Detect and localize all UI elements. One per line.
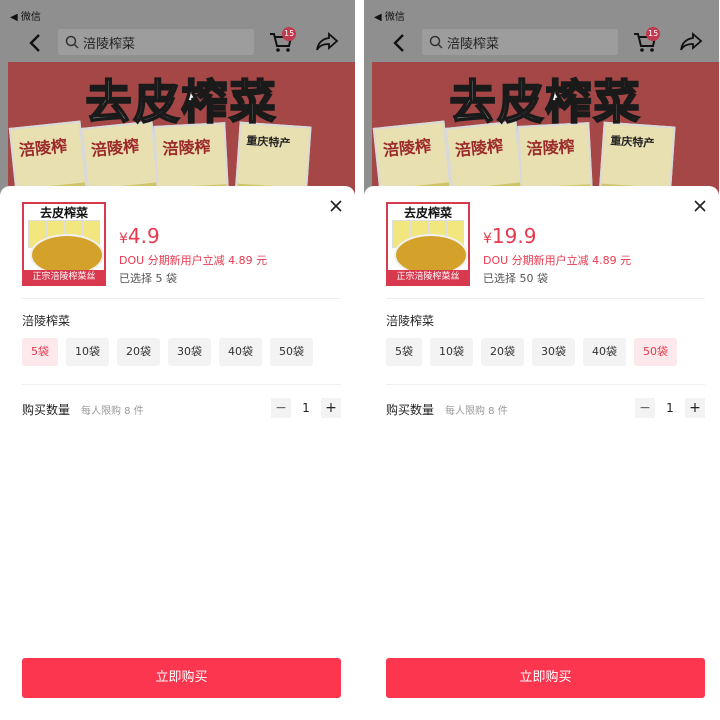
share-icon[interactable]	[679, 32, 705, 56]
price: ¥19.9	[483, 224, 537, 248]
promo-text: DOU 分期新用户立减 4.89 元	[119, 254, 268, 267]
sku-sheet: 去皮榨菜 正宗涪陵榨菜丝 ¥4.9 DOU 分期新用户立减 4.89 元 已选择…	[0, 186, 355, 720]
option-20-bags[interactable]: 20袋	[481, 338, 524, 366]
product-thumbnail: 去皮榨菜 正宗涪陵榨菜丝	[386, 202, 470, 286]
search-box[interactable]: 涪陵榨菜	[58, 29, 254, 55]
option-30-bags[interactable]: 30袋	[532, 338, 575, 366]
option-50-bags[interactable]: 50袋	[270, 338, 313, 366]
cart-badge: 15	[646, 27, 661, 41]
divider	[386, 384, 705, 385]
quantity-value[interactable]: 1	[291, 401, 321, 415]
divider	[22, 384, 341, 385]
buy-now-button[interactable]: 立即购买	[22, 658, 341, 698]
option-list: 5袋 10袋 20袋 30袋 40袋 50袋	[22, 338, 313, 366]
quantity-limit: 每人限购 8 件	[445, 406, 508, 417]
search-text: 涪陵榨菜	[83, 36, 136, 52]
option-list: 5袋 10袋 20袋 30袋 40袋 50袋	[386, 338, 677, 366]
thumbnail-caption: 正宗涪陵榨菜丝	[24, 270, 104, 284]
search-text: 涪陵榨菜	[447, 36, 500, 52]
close-icon[interactable]	[329, 198, 343, 212]
search-icon	[65, 35, 79, 49]
increment-button[interactable]: +	[685, 398, 705, 418]
sku-sheet: 去皮榨菜 正宗涪陵榨菜丝 ¥19.9 DOU 分期新用户立减 4.89 元 已选…	[364, 186, 719, 720]
thumbnail-title: 去皮榨菜	[388, 204, 468, 220]
hero-title: 去皮榨菜	[85, 74, 278, 130]
promo-text: DOU 分期新用户立减 4.89 元	[483, 254, 632, 267]
option-50-bags[interactable]: 50袋	[634, 338, 677, 366]
quantity-value[interactable]: 1	[655, 401, 685, 415]
top-navbar: 涪陵榨菜 15	[0, 26, 355, 62]
option-30-bags[interactable]: 30袋	[168, 338, 211, 366]
back-to-wechat[interactable]: ◀ 微信	[10, 8, 41, 23]
cart-icon[interactable]: 15	[268, 27, 297, 58]
selected-summary: 已选择 50 袋	[483, 272, 548, 285]
buy-now-button[interactable]: 立即购买	[386, 658, 705, 698]
thumbnail-title: 去皮榨菜	[24, 204, 104, 220]
status-bar: ◀ 微信	[364, 0, 719, 26]
option-10-bags[interactable]: 10袋	[430, 338, 473, 366]
back-to-wechat[interactable]: ◀ 微信	[374, 8, 405, 23]
increment-button[interactable]: +	[321, 398, 341, 418]
option-group-label: 涪陵榨菜	[22, 314, 71, 328]
screenshot-panel-left: ◀ 微信 涪陵榨菜 15 去皮榨菜 涪陵榨 涪陵榨 涪陵榨 重庆特产 去皮榨菜	[0, 0, 355, 720]
back-arrow-icon[interactable]	[388, 32, 410, 54]
status-bar: ◀ 微信	[0, 0, 355, 26]
search-icon	[429, 35, 443, 49]
option-20-bags[interactable]: 20袋	[117, 338, 160, 366]
option-5-bags[interactable]: 5袋	[22, 338, 58, 366]
back-arrow-icon[interactable]	[24, 32, 46, 54]
decrement-button[interactable]: −	[635, 398, 655, 418]
quantity-label: 购买数量	[22, 403, 71, 417]
top-navbar: 涪陵榨菜 15	[364, 26, 719, 62]
quantity-stepper: − 1 +	[635, 398, 705, 418]
product-hero-image: 去皮榨菜 涪陵榨 涪陵榨 涪陵榨 重庆特产	[372, 62, 719, 202]
close-icon[interactable]	[693, 198, 707, 212]
price: ¥4.9	[119, 224, 160, 248]
share-icon[interactable]	[315, 32, 341, 56]
quantity-limit: 每人限购 8 件	[81, 406, 144, 417]
option-5-bags[interactable]: 5袋	[386, 338, 422, 366]
hero-title: 去皮榨菜	[449, 74, 642, 130]
selected-summary: 已选择 5 袋	[119, 272, 177, 285]
cart-icon[interactable]: 15	[632, 27, 661, 58]
decrement-button[interactable]: −	[271, 398, 291, 418]
quantity-stepper: − 1 +	[271, 398, 341, 418]
search-box[interactable]: 涪陵榨菜	[422, 29, 618, 55]
divider	[22, 298, 341, 299]
option-group-label: 涪陵榨菜	[386, 314, 435, 328]
option-40-bags[interactable]: 40袋	[583, 338, 626, 366]
product-thumbnail: 去皮榨菜 正宗涪陵榨菜丝	[22, 202, 106, 286]
thumbnail-caption: 正宗涪陵榨菜丝	[388, 270, 468, 284]
cart-badge: 15	[282, 27, 297, 41]
divider	[386, 298, 705, 299]
product-hero-image: 去皮榨菜 涪陵榨 涪陵榨 涪陵榨 重庆特产	[8, 62, 355, 202]
option-10-bags[interactable]: 10袋	[66, 338, 109, 366]
screenshot-panel-right: ◀ 微信 涪陵榨菜 15 去皮榨菜 涪陵榨 涪陵榨 涪陵榨 重庆特产 去皮榨菜	[364, 0, 719, 720]
option-40-bags[interactable]: 40袋	[219, 338, 262, 366]
quantity-label: 购买数量	[386, 403, 435, 417]
